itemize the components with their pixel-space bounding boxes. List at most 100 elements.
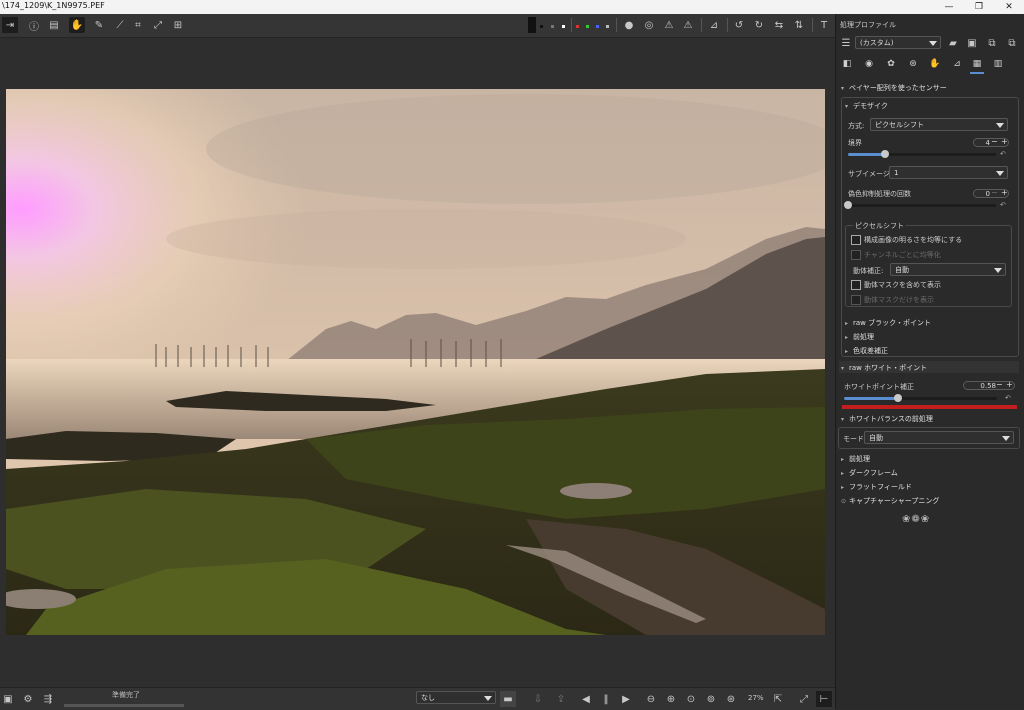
preview-red-channel[interactable] — [576, 25, 579, 28]
histogram-icon[interactable]: ⊿ — [706, 17, 722, 33]
panel-toggle-icon[interactable]: ⊢ — [816, 691, 832, 707]
info-icon[interactable]: ⓘ — [26, 17, 42, 33]
preview-image[interactable] — [6, 89, 825, 635]
perspective-icon[interactable]: ⤢ — [150, 17, 166, 33]
border-slider[interactable] — [848, 150, 996, 158]
false-color-reset-icon[interactable]: ↶ — [1000, 201, 1006, 209]
false-color-plus[interactable]: + — [1001, 188, 1008, 197]
ornament-icon: ❀❁❀ — [902, 514, 931, 525]
maximize-button[interactable]: ❐ — [964, 0, 994, 14]
border-reset-icon[interactable]: ↶ — [1000, 150, 1006, 158]
method-select[interactable]: ピクセルシフト — [870, 118, 1008, 131]
fullscreen-icon[interactable]: ⤢ — [796, 691, 812, 707]
warning-shadow-icon[interactable]: ⚠ — [661, 17, 677, 33]
section-raw-white[interactable]: ▾ raw ホワイト・ポイント — [841, 363, 927, 374]
section-dark-frame[interactable]: ▸ ダークフレーム — [841, 468, 898, 479]
tab-advanced-icon[interactable]: ⊛ — [906, 56, 920, 72]
background-color-selector[interactable] — [528, 17, 536, 33]
tab-detail-icon[interactable]: ◉ — [862, 56, 876, 72]
preview-green-channel[interactable] — [586, 25, 589, 28]
hand-icon[interactable]: ✋ — [69, 17, 85, 33]
flip-h-icon[interactable]: ⇆ — [771, 17, 787, 33]
preview-luminance-channel[interactable] — [606, 25, 609, 28]
white-correction-slider[interactable] — [844, 394, 997, 402]
false-color-minus[interactable]: − — [991, 188, 998, 197]
flip-v-icon[interactable]: ⇅ — [791, 17, 807, 33]
send-to-editor-icon[interactable]: ⚙ — [20, 691, 36, 707]
status-bar: ▣ ⚙ ⇶ 準備完了 なし ▬ ⇩ ⇪ ◀ ‖ ▶ ⊖ ⊕ ⊙ ⊚ ⊛ 27% … — [0, 687, 835, 710]
paste-profile-icon[interactable]: ⧉ — [1004, 35, 1020, 51]
preview-gray-swatch[interactable] — [551, 25, 554, 28]
border-plus[interactable]: + — [1001, 137, 1008, 146]
prev-image-icon[interactable]: ◀ — [578, 691, 594, 707]
motion-select[interactable]: 自動 — [890, 263, 1006, 276]
white-correction-minus[interactable]: − — [996, 380, 1003, 389]
text-icon[interactable]: T — [816, 17, 832, 33]
before-after-icon[interactable]: ▤ — [46, 17, 62, 33]
save-profile-icon[interactable]: ▣ — [964, 35, 980, 51]
preview-blue-channel[interactable] — [596, 25, 599, 28]
preview-white-swatch[interactable] — [562, 25, 565, 28]
new-window-icon[interactable]: ⇱ — [770, 691, 786, 707]
subimage-select[interactable]: 1 — [889, 166, 1008, 179]
section-raw-black[interactable]: ▸ raw ブラック・ポイント — [845, 318, 931, 329]
mode-label: モード: — [843, 435, 867, 443]
rotate-right-icon[interactable]: ↻ — [751, 17, 767, 33]
tab-metadata-icon[interactable]: ▥ — [991, 56, 1005, 72]
tab-raw-icon[interactable]: ▦ — [970, 56, 984, 74]
queue-icon[interactable]: ⇶ — [40, 691, 56, 707]
section-demosaic[interactable]: ▾ デモザイク — [845, 101, 888, 112]
warp-icon[interactable]: ⊞ — [170, 17, 186, 33]
rotate-left-icon[interactable]: ↺ — [731, 17, 747, 33]
next-image-icon[interactable]: ▶ — [618, 691, 634, 707]
sidebar-toggle-icon[interactable]: ⇥ — [2, 17, 18, 33]
section-preprocess[interactable]: ▸ 前処理 — [845, 332, 874, 343]
mode-select[interactable]: 自動 — [864, 431, 1014, 444]
false-color-slider[interactable] — [844, 201, 996, 209]
tab-exposure-icon[interactable]: ◧ — [840, 56, 854, 72]
preview-black-swatch[interactable] — [540, 25, 543, 28]
zoom-100-icon[interactable]: ⊙ — [683, 691, 699, 707]
folder-icon[interactable]: ▬ — [500, 691, 516, 707]
white-correction-reset-icon[interactable]: ↶ — [1005, 394, 1011, 402]
minimize-button[interactable]: — — [934, 0, 964, 14]
subimage-label: サブイメージ: — [848, 170, 893, 178]
zoom-in-icon[interactable]: ⊕ — [663, 691, 679, 707]
sync-icon[interactable]: ‖ — [598, 691, 614, 707]
tab-transform-icon[interactable]: ⊿ — [950, 56, 964, 72]
save-icon[interactable]: ▣ — [0, 691, 16, 707]
section-pre-processing[interactable]: ▸ 前処理 — [841, 454, 870, 465]
copy-profile-icon[interactable]: ⧉ — [984, 35, 1000, 51]
section-ca-correction[interactable]: ▸ 色収差補正 — [845, 346, 888, 357]
equalize-brightness-checkbox[interactable] — [851, 235, 861, 245]
profile-select[interactable]: (カスタム) — [855, 36, 941, 49]
straighten-icon[interactable]: ⟋ — [112, 17, 128, 33]
show-motion-mask-checkbox[interactable] — [851, 280, 861, 290]
open-profile-icon[interactable]: ▰ — [945, 35, 961, 51]
warning-highlight-icon[interactable]: ⚠ — [680, 17, 696, 33]
color-picker-icon[interactable]: ✎ — [91, 17, 107, 33]
zoom-fill-icon[interactable]: ⊛ — [723, 691, 739, 707]
copy-icon[interactable]: ⇪ — [553, 691, 569, 707]
section-wb-preprocess[interactable]: ▾ ホワイトバランスの前処理 — [841, 414, 933, 425]
focus-mask-icon[interactable]: ● — [621, 17, 637, 33]
show-motion-mask-only-checkbox[interactable] — [851, 295, 861, 305]
white-correction-plus[interactable]: + — [1006, 380, 1013, 389]
equalize-channel-checkbox[interactable] — [851, 250, 861, 260]
zoom-level: 27% — [748, 694, 764, 702]
zoom-fit-icon[interactable]: ⊚ — [703, 691, 719, 707]
snapshot-icon[interactable]: ⇩ — [530, 691, 546, 707]
profile-list-icon[interactable]: ☰ — [838, 35, 854, 51]
tab-local-icon[interactable]: ✋ — [928, 56, 942, 72]
section-bayer[interactable]: ▾ ベイヤー配列を使ったセンサー — [841, 83, 947, 94]
zoom-out-icon[interactable]: ⊖ — [643, 691, 659, 707]
section-capture-sharpening[interactable]: ⊙ キャプチャーシャープニング — [841, 496, 939, 507]
panel-title: 処理プロファイル — [840, 21, 896, 29]
filter-select[interactable]: なし — [416, 691, 496, 704]
tab-color-icon[interactable]: ✿ — [884, 56, 898, 72]
focus-peaking-icon[interactable]: ◎ — [641, 17, 657, 33]
section-flat-field[interactable]: ▸ フラットフィールド — [841, 482, 912, 493]
crop-icon[interactable]: ⌗ — [130, 17, 146, 33]
close-button[interactable]: ✕ — [994, 0, 1024, 14]
border-minus[interactable]: − — [991, 137, 998, 146]
